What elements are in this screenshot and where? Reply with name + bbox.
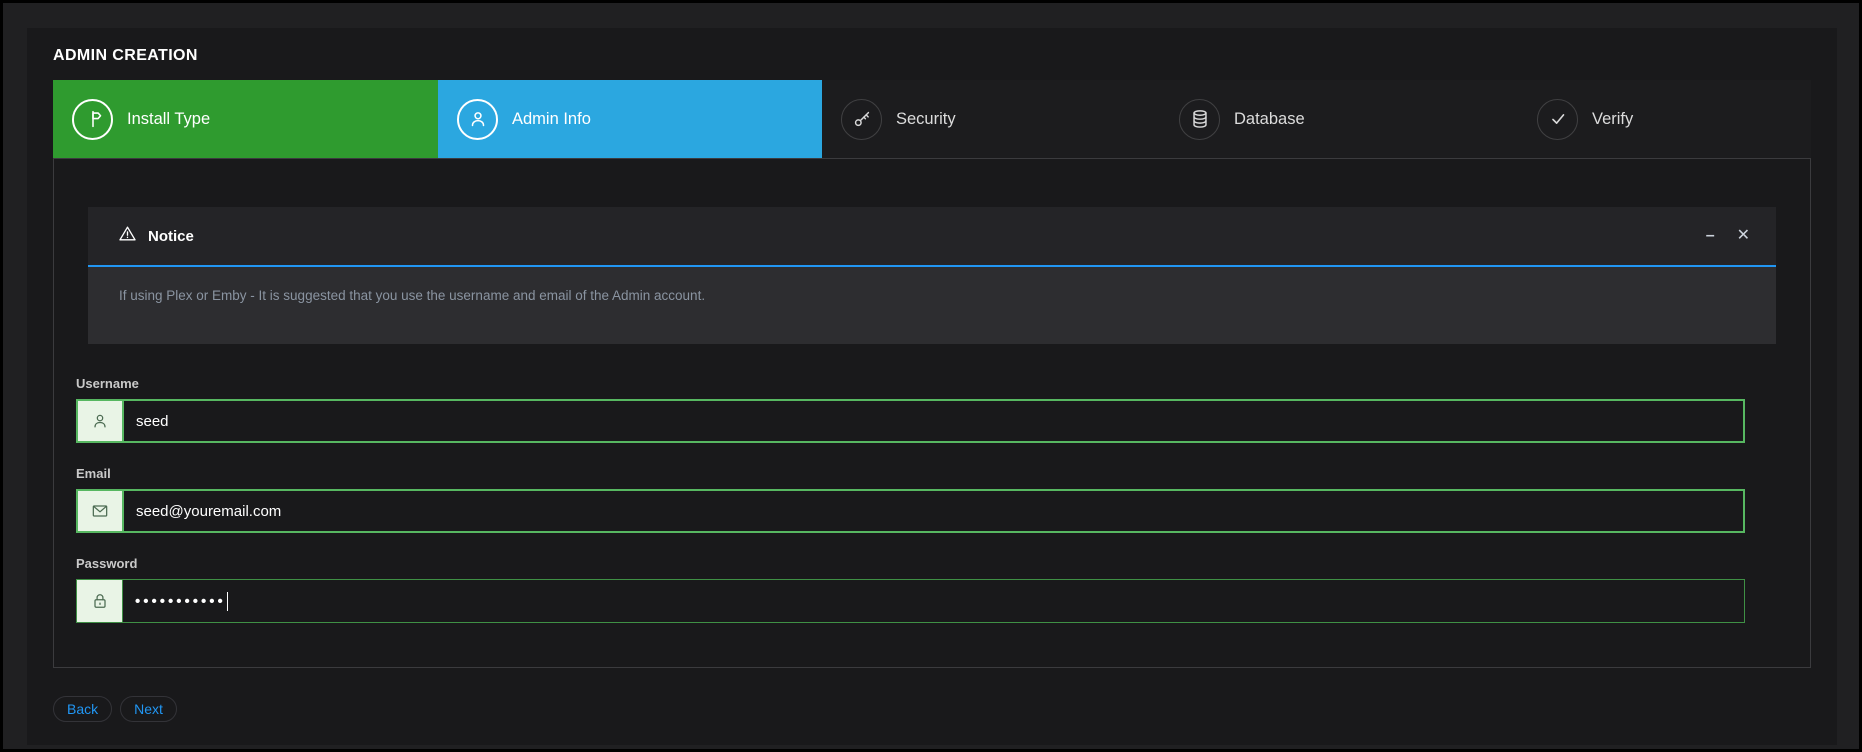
user-icon xyxy=(457,99,498,140)
back-button[interactable]: Back xyxy=(53,696,112,722)
username-group: Username xyxy=(76,376,1788,443)
text-cursor xyxy=(227,592,229,611)
close-icon[interactable]: ✕ xyxy=(1733,226,1754,246)
username-input[interactable] xyxy=(122,399,1745,443)
admin-info-step-content: Notice – ✕ If using Plex or Emby - It is… xyxy=(53,158,1811,668)
email-input-group xyxy=(76,489,1745,533)
warning-triangle-icon xyxy=(118,224,137,248)
notice-panel: Notice – ✕ If using Plex or Emby - It is… xyxy=(88,207,1776,344)
step-label: Admin Info xyxy=(512,110,591,129)
email-label: Email xyxy=(76,466,1788,481)
step-install-type[interactable]: Install Type xyxy=(53,80,438,158)
minimize-icon[interactable]: – xyxy=(1702,226,1719,246)
lock-icon xyxy=(76,579,122,623)
password-input-group: ••••••••••• xyxy=(76,579,1745,623)
app-background: ADMIN CREATION Install Type xyxy=(3,3,1859,749)
key-icon xyxy=(841,99,882,140)
step-label: Verify xyxy=(1592,110,1633,129)
notice-header: Notice – ✕ xyxy=(88,207,1776,267)
step-verify[interactable]: Verify xyxy=(1518,80,1811,158)
password-label: Password xyxy=(76,556,1788,571)
step-label: Install Type xyxy=(127,110,210,129)
signpost-icon xyxy=(72,99,113,140)
username-label: Username xyxy=(76,376,1788,391)
admin-info-form: Username Email xyxy=(76,376,1788,623)
email-group: Email xyxy=(76,466,1788,533)
email-input[interactable] xyxy=(122,489,1745,533)
check-icon xyxy=(1537,99,1578,140)
admin-creation-panel: ADMIN CREATION Install Type xyxy=(27,28,1837,745)
password-input[interactable]: ••••••••••• xyxy=(122,579,1745,623)
envelope-icon xyxy=(76,489,122,533)
next-button[interactable]: Next xyxy=(120,696,177,722)
wizard-actions: Back Next xyxy=(53,696,1811,722)
database-icon xyxy=(1179,99,1220,140)
step-label: Security xyxy=(896,110,956,129)
step-label: Database xyxy=(1234,110,1305,129)
password-group: Password ••••••••••• xyxy=(76,556,1788,623)
step-database[interactable]: Database xyxy=(1160,80,1518,158)
wizard-steps: Install Type Admin Info xyxy=(53,80,1811,158)
person-icon xyxy=(76,399,122,443)
notice-title: Notice xyxy=(148,228,194,245)
password-masked-value: ••••••••••• xyxy=(135,593,226,610)
page-title: ADMIN CREATION xyxy=(53,28,1811,80)
step-security[interactable]: Security xyxy=(822,80,1160,158)
username-input-group xyxy=(76,399,1745,443)
step-admin-info[interactable]: Admin Info xyxy=(438,80,822,158)
notice-message: If using Plex or Emby - It is suggested … xyxy=(88,267,1776,344)
